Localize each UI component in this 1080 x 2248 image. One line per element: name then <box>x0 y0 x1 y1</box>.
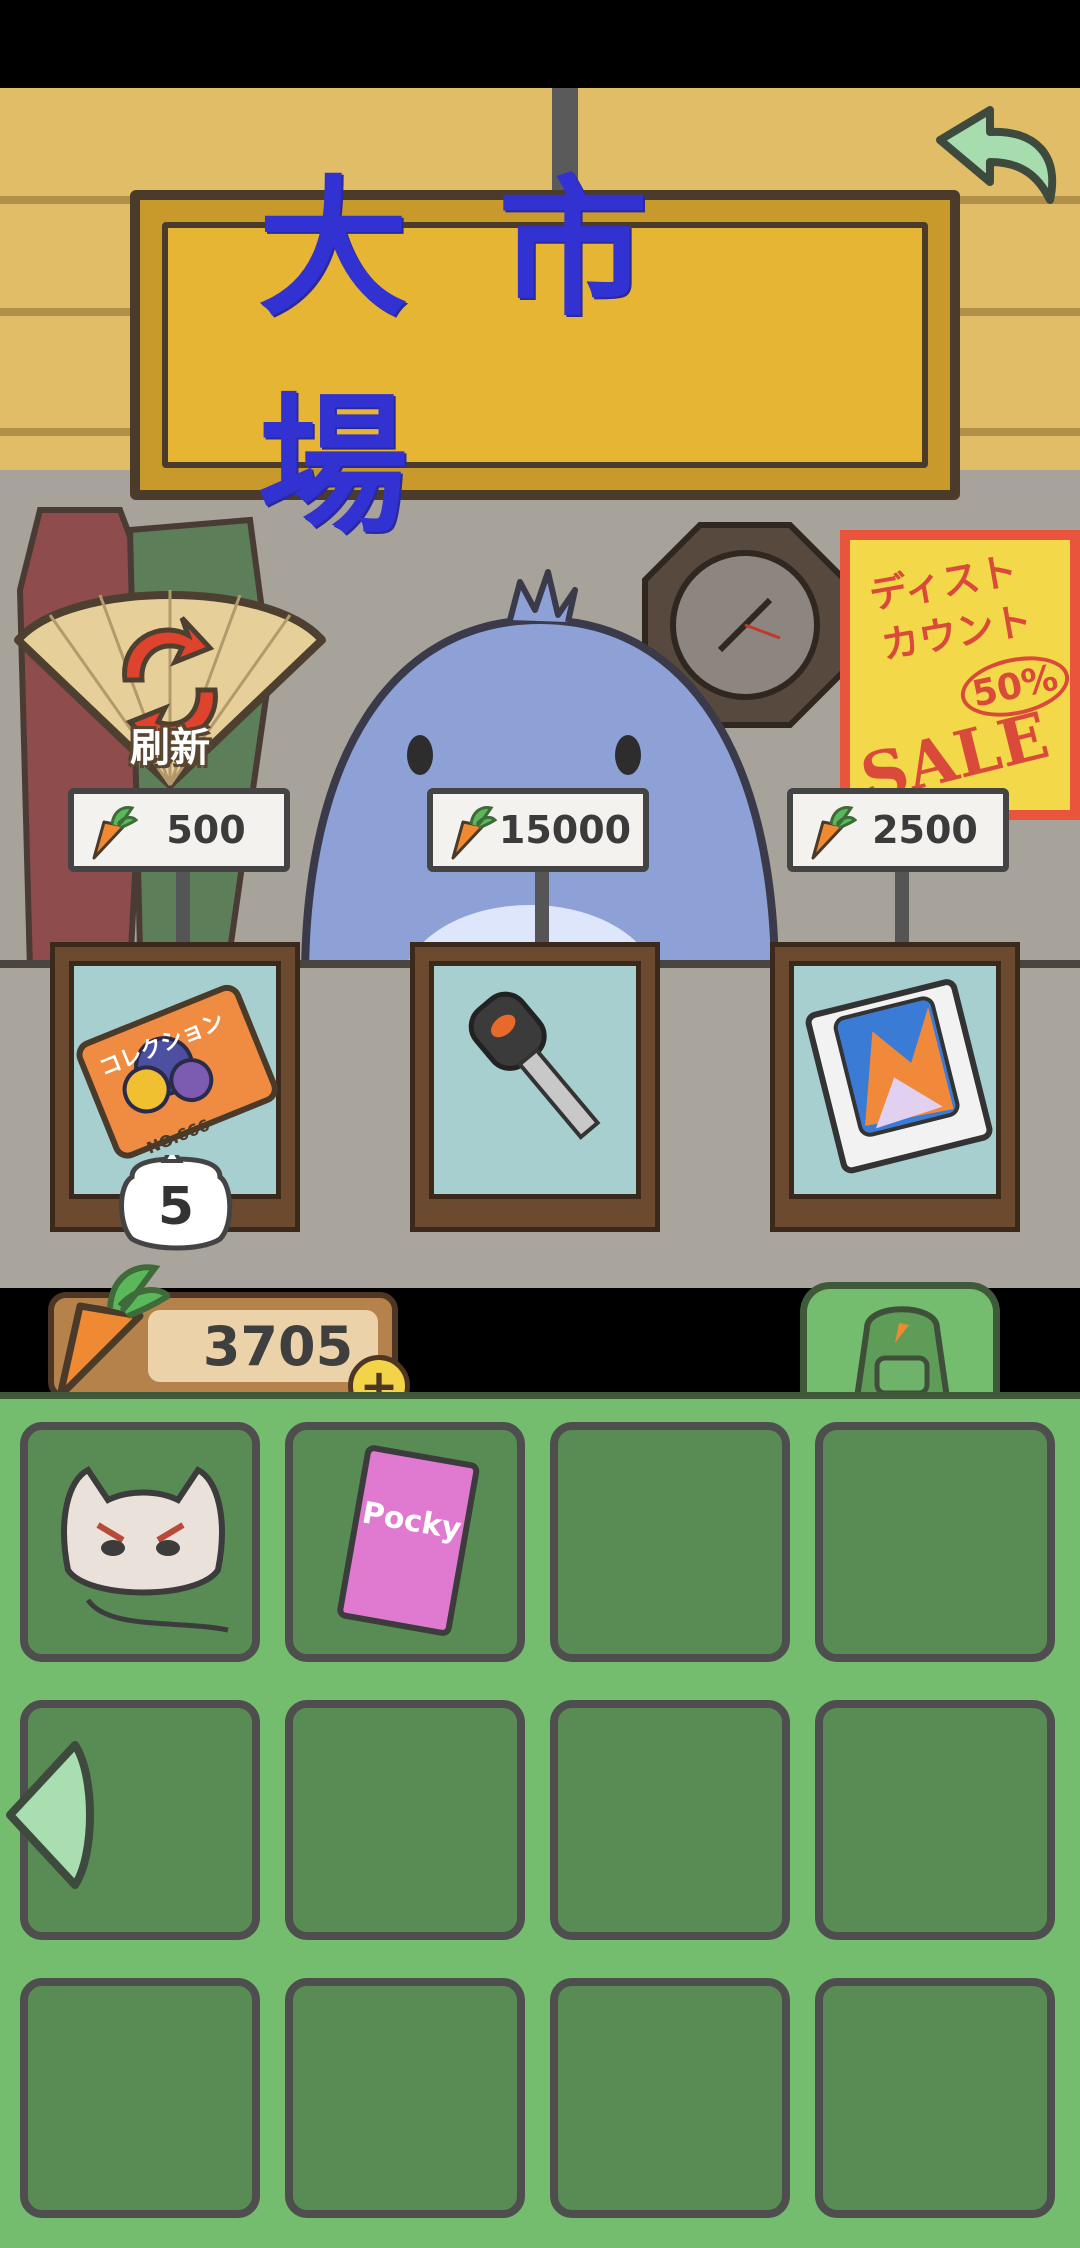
carrot-icon <box>56 1264 170 1400</box>
sign-board: 大市場 <box>162 163 928 554</box>
inventory-slot-9[interactable] <box>20 1978 260 2218</box>
inventory-slot-8[interactable] <box>815 1700 1055 1940</box>
currency-amount: 3705 <box>148 1310 378 1382</box>
price-text: 2500 <box>872 808 978 852</box>
phone-box-icon <box>805 979 993 1174</box>
price-text: 15000 <box>498 808 632 852</box>
carrot-icon <box>92 806 138 860</box>
market-screen: { "screen_title": "大市場", "refresh_label"… <box>0 0 1080 2248</box>
carrot-icon <box>811 806 857 860</box>
inventory-slot-4[interactable] <box>815 1422 1055 1662</box>
refresh-label[interactable]: 刷新 <box>110 715 230 773</box>
sale-poster: ディスト カウント 50% SALE <box>840 530 1080 820</box>
price-tag-2: 15000 <box>427 788 649 967</box>
inventory-slot-11[interactable] <box>550 1978 790 2218</box>
inventory-slot-10[interactable] <box>285 1978 525 2218</box>
inventory-slot-12[interactable] <box>815 1978 1055 2218</box>
car-key-icon <box>468 991 601 1140</box>
inventory-slot-3[interactable] <box>550 1422 790 1662</box>
carrot-icon <box>451 806 497 860</box>
inventory-slot-2[interactable]: Pocky <box>285 1422 525 1662</box>
screen-title: 大市場 <box>258 163 739 554</box>
back-arrow-icon[interactable] <box>920 100 1070 220</box>
shop-item-car-key[interactable] <box>410 942 660 1232</box>
price-tag-1: 500 <box>68 788 290 967</box>
quantity-text: 5 <box>157 1177 195 1237</box>
price-text: 500 <box>166 808 246 852</box>
pocky-box-icon: Pocky <box>337 1445 480 1636</box>
cat-mask-icon <box>61 1466 229 1633</box>
inventory-slot-1[interactable] <box>20 1422 260 1662</box>
market-sign: 大市場 <box>130 163 960 554</box>
price-tag-3: 2500 <box>787 788 1009 967</box>
inventory-slot-6[interactable] <box>285 1700 525 1940</box>
inventory-slot-7[interactable] <box>550 1700 790 1940</box>
left-arrow-icon[interactable] <box>0 1735 100 1895</box>
shop-item-phone-box[interactable] <box>770 942 1020 1232</box>
status-bar <box>0 0 1080 88</box>
